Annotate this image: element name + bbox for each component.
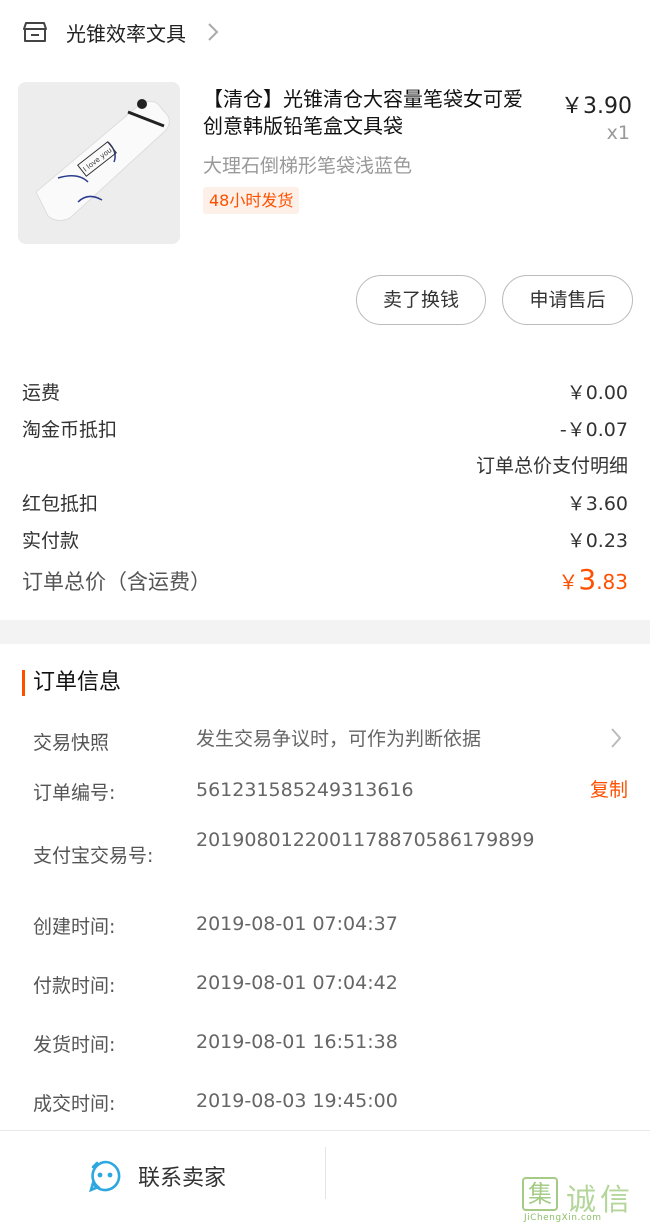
order-info-section: 订单信息 交易快照 发生交易争议时，可作为判断依据 订单编号: 56123158… — [0, 644, 650, 1130]
after-sale-button[interactable]: 申请售后 — [502, 275, 633, 325]
product-quantity: x1 — [606, 122, 630, 144]
snapshot-value[interactable]: 发生交易争议时，可作为判断依据 — [196, 726, 541, 752]
redpacket-label: 红包抵扣 — [22, 493, 99, 515]
contact-seller-button[interactable]: 联系卖家 — [88, 1159, 226, 1193]
created-time-label: 创建时间: — [33, 916, 116, 938]
order-total-currency: ￥ — [558, 570, 579, 594]
order-total-label: 订单总价（含运费） — [22, 570, 211, 594]
snapshot-label[interactable]: 交易快照 — [33, 728, 109, 755]
watermark-box: 集 — [522, 1177, 558, 1211]
coin-discount-value: -￥0.07 — [559, 419, 628, 441]
order-number-value: 561231585249313616 — [196, 779, 414, 801]
product-image[interactable]: I love you — [18, 82, 180, 244]
shop-name: 光锥效率文具 — [66, 21, 186, 46]
shipping-fee-row: 运费 ￥0.00 — [22, 378, 628, 405]
chat-icon — [88, 1160, 121, 1193]
chevron-right-icon[interactable] — [610, 727, 622, 749]
payment-detail-link[interactable]: 订单总价支付明细 — [476, 451, 628, 478]
product-sku: 大理石倒梯形笔袋浅蓝色 — [203, 155, 413, 177]
alipay-number-label: 支付宝交易号: — [33, 845, 154, 867]
shop-icon — [23, 22, 47, 42]
shop-row[interactable]: 光锥效率文具 — [22, 14, 220, 50]
chevron-right-icon — [208, 23, 219, 41]
copy-button[interactable]: 复制 — [590, 775, 628, 802]
bottom-bar: 联系卖家 集 诚信 JiChengXin.com — [0, 1130, 650, 1226]
product-title[interactable]: 【清仓】光锥清仓大容量笔袋女可爱创意韩版铅笔盒文具袋 — [203, 86, 538, 140]
shipping-fee-value: ￥0.00 — [566, 382, 628, 404]
shipping-badge: 48小时发货 — [203, 187, 300, 214]
shipped-time-label: 发货时间: — [33, 1034, 116, 1056]
paid-time-label: 付款时间: — [33, 975, 116, 997]
paid-amount-value: ￥0.23 — [566, 530, 628, 552]
closed-time-label: 成交时间: — [33, 1093, 116, 1115]
coin-discount-label: 淘金币抵扣 — [22, 419, 118, 441]
order-number-label: 订单编号: — [33, 782, 116, 804]
order-total-row: 订单总价（含运费） ￥3.83 — [22, 563, 628, 596]
shipping-fee-label: 运费 — [22, 382, 61, 404]
coin-discount-row: 淘金币抵扣 -￥0.07 — [22, 415, 628, 442]
order-total-integer: 3 — [578, 563, 597, 596]
created-time-value: 2019-08-01 07:04:37 — [196, 913, 398, 935]
contact-seller-label: 联系卖家 — [138, 1166, 227, 1191]
closed-time-value: 2019-08-03 19:45:00 — [196, 1090, 398, 1112]
sell-button[interactable]: 卖了换钱 — [356, 275, 486, 325]
watermark-url: JiChengXin.com — [524, 1213, 602, 1223]
paid-amount-row: 实付款 ￥0.23 — [22, 526, 628, 553]
order-info-title: 订单信息 — [22, 670, 121, 696]
order-total-value: ￥3.83 — [558, 563, 628, 596]
alipay-number-value: 2019080122001178870586179899 — [196, 829, 535, 851]
redpacket-value: ￥3.60 — [566, 493, 628, 515]
redpacket-row: 红包抵扣 ￥3.60 — [22, 489, 628, 516]
order-card: 光锥效率文具 I love you 【清仓】光锥清仓大容量笔袋女可爱创意韩版铅笔… — [0, 0, 650, 620]
pencil-case-icon: I love you — [18, 82, 180, 244]
paid-amount-label: 实付款 — [22, 530, 80, 552]
order-total-decimal: .83 — [596, 570, 628, 594]
watermark-logo: 集 诚信 JiChengXin.com — [522, 1175, 646, 1225]
product-price: ￥3.90 — [561, 94, 632, 119]
shipped-time-value: 2019-08-01 16:51:38 — [196, 1031, 398, 1053]
paid-time-value: 2019-08-01 07:04:42 — [196, 972, 398, 994]
divider — [325, 1147, 326, 1199]
